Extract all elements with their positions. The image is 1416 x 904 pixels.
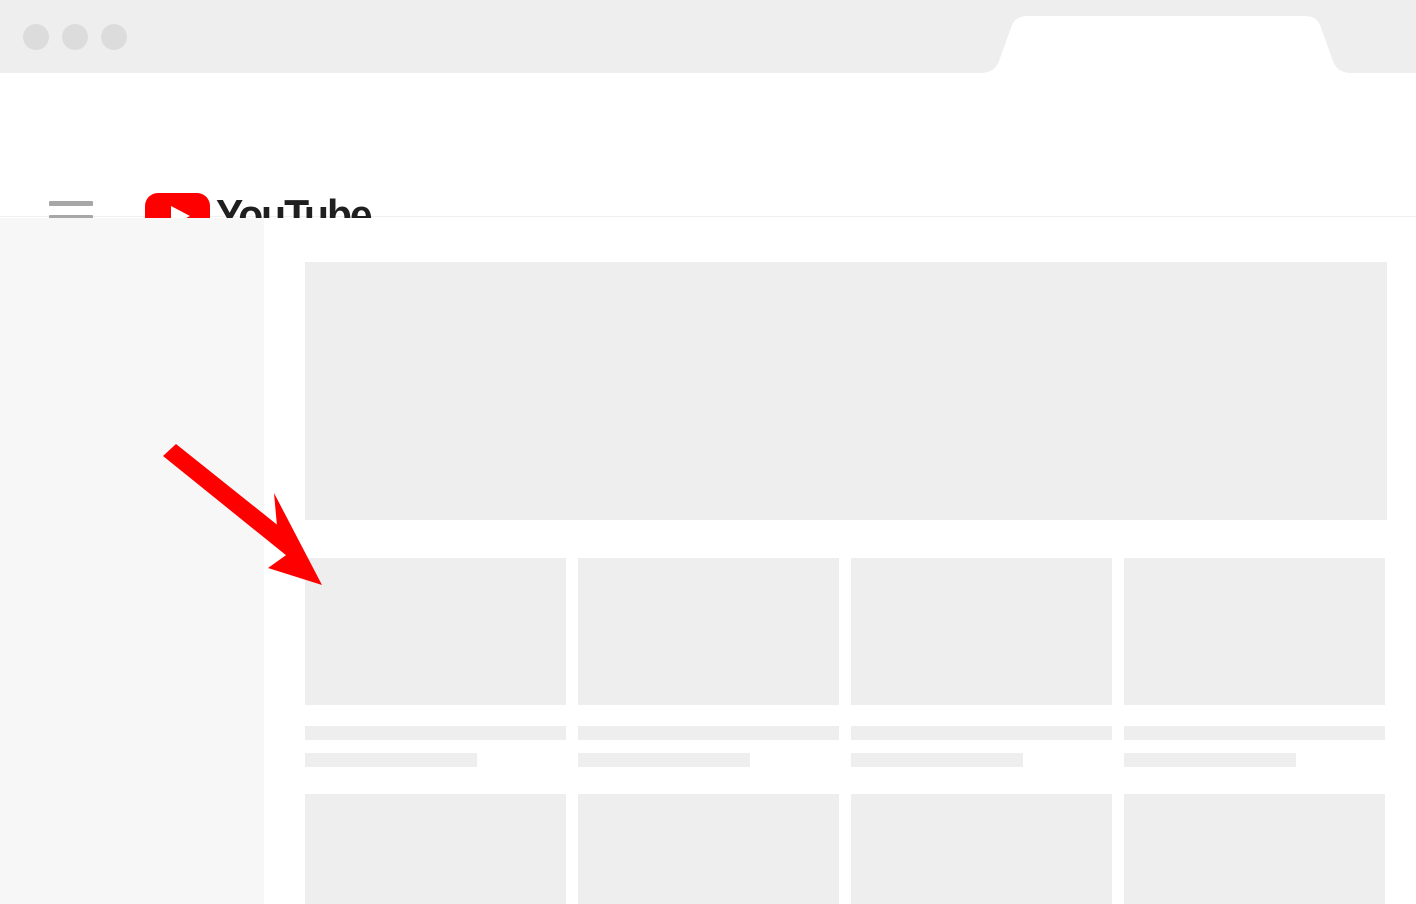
video-thumbnail-placeholder[interactable]	[578, 794, 839, 904]
video-subtitle-placeholder	[1124, 753, 1296, 767]
hamburger-bar-1	[49, 201, 93, 206]
maximize-window-button[interactable]	[101, 24, 127, 50]
video-card[interactable]	[305, 558, 566, 767]
video-thumbnail-placeholder[interactable]	[305, 558, 566, 705]
video-card[interactable]	[851, 794, 1112, 904]
video-title-placeholder	[851, 726, 1112, 740]
video-title-placeholder	[578, 726, 839, 740]
video-subtitle-placeholder	[305, 753, 477, 767]
video-thumbnail-placeholder[interactable]	[578, 558, 839, 705]
main-content-area	[264, 218, 1416, 904]
window-traffic-lights	[23, 24, 127, 50]
video-card[interactable]	[1124, 558, 1385, 767]
browser-window: YouTube	[0, 0, 1416, 904]
video-card[interactable]	[578, 558, 839, 767]
youtube-masthead: YouTube	[0, 73, 1416, 239]
video-card[interactable]	[578, 794, 839, 904]
sidebar-guide	[0, 218, 264, 904]
video-card[interactable]	[851, 558, 1112, 767]
close-window-button[interactable]	[23, 24, 49, 50]
video-title-placeholder	[305, 726, 566, 740]
video-card[interactable]	[305, 794, 566, 904]
browser-chrome-bar	[0, 0, 1416, 73]
video-subtitle-placeholder	[578, 753, 750, 767]
video-subtitle-placeholder	[851, 753, 1023, 767]
video-thumbnail-placeholder[interactable]	[851, 558, 1112, 705]
video-title-placeholder	[1124, 726, 1385, 740]
video-thumbnail-placeholder[interactable]	[305, 794, 566, 904]
hero-banner-placeholder[interactable]	[305, 262, 1387, 520]
video-thumbnail-placeholder[interactable]	[1124, 558, 1385, 705]
video-thumbnail-placeholder[interactable]	[1124, 794, 1385, 904]
video-thumbnail-placeholder[interactable]	[851, 794, 1112, 904]
video-grid	[305, 558, 1385, 904]
minimize-window-button[interactable]	[62, 24, 88, 50]
browser-tab-active[interactable]	[980, 16, 1352, 73]
video-card[interactable]	[1124, 794, 1385, 904]
